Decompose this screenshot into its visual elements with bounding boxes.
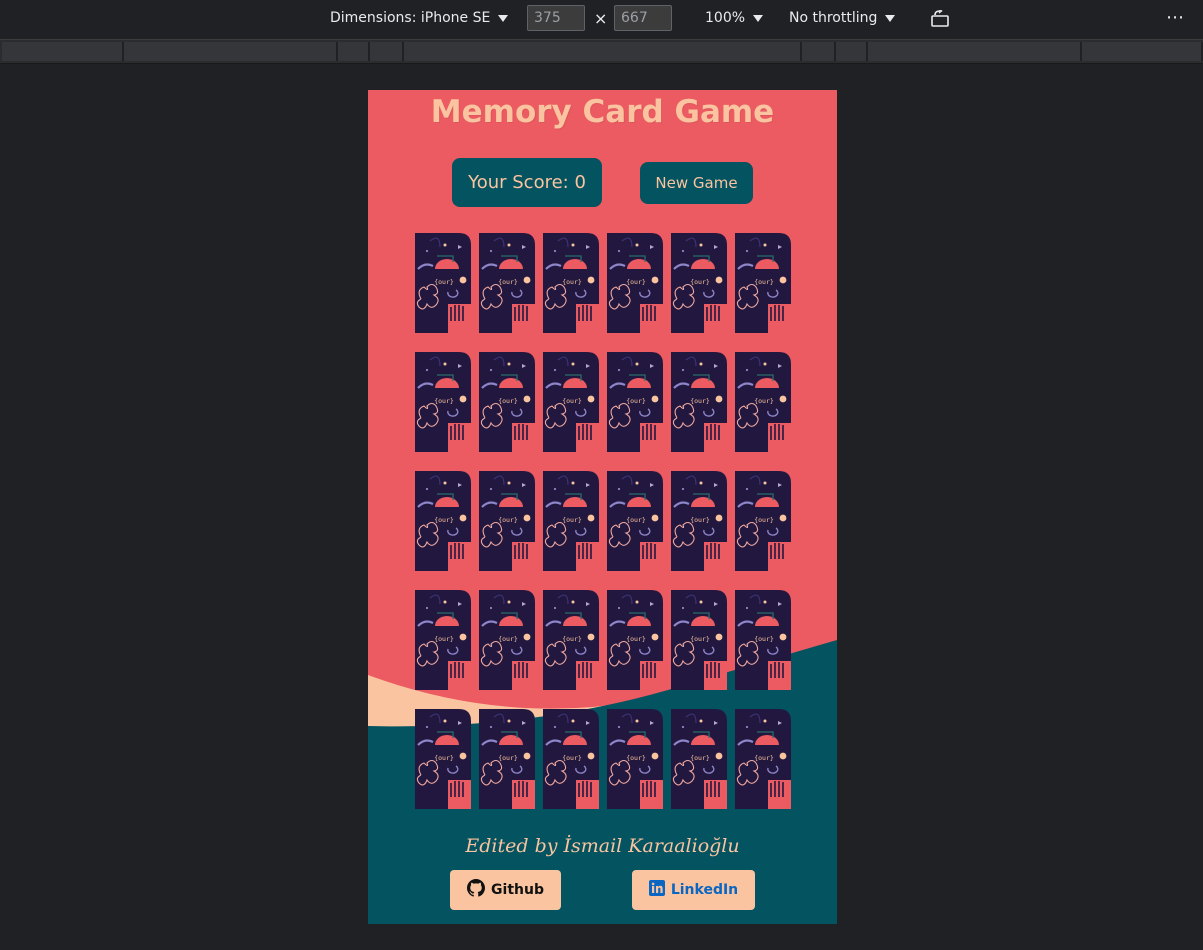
memory-card[interactable]: {our} (735, 352, 791, 452)
memory-card[interactable]: {our} (543, 352, 599, 452)
svg-text:{our}: {our} (754, 754, 774, 762)
card-grid: {our} {our} {our} {our} {our} {our} {our… (415, 233, 791, 809)
svg-text:{our}: {our} (434, 754, 454, 762)
memory-card[interactable]: {our} (607, 233, 663, 333)
svg-text:{our}: {our} (690, 278, 710, 286)
ruler-segment[interactable] (370, 42, 404, 61)
memory-card[interactable]: {our} (479, 233, 535, 333)
memory-card[interactable]: {our} (415, 590, 471, 690)
rotate-icon[interactable] (930, 8, 952, 32)
times-symbol: × (594, 9, 608, 28)
memory-card[interactable]: {our} (607, 471, 663, 571)
memory-card[interactable]: {our} (735, 590, 791, 690)
memory-card[interactable]: {our} (543, 709, 599, 809)
svg-text:{our}: {our} (434, 278, 454, 286)
ruler-segment[interactable] (404, 42, 802, 61)
memory-card[interactable]: {our} (479, 471, 535, 571)
device-toolbar: Dimensions: iPhone SE × 100% No throttli… (0, 0, 1203, 40)
ruler-segment[interactable] (836, 42, 868, 61)
memory-card[interactable]: {our} (415, 471, 471, 571)
svg-text:{our}: {our} (434, 516, 454, 524)
svg-text:{our}: {our} (754, 635, 774, 643)
memory-card[interactable]: {our} (543, 590, 599, 690)
memory-card[interactable]: {our} (479, 590, 535, 690)
more-icon[interactable]: ⋯ (1166, 7, 1186, 28)
dimensions-label: Dimensions: iPhone SE (330, 10, 491, 26)
github-label: Github (491, 882, 544, 898)
svg-text:{our}: {our} (434, 635, 454, 643)
svg-text:{our}: {our} (498, 754, 518, 762)
memory-card[interactable]: {our} (671, 471, 727, 571)
ruler-segment[interactable] (124, 42, 338, 61)
device-viewport: Memory Card Game Your Score: 0 New Game … (368, 90, 837, 924)
width-input[interactable] (527, 5, 585, 31)
memory-card[interactable]: {our} (543, 233, 599, 333)
height-input[interactable] (614, 5, 672, 31)
memory-card[interactable]: {our} (415, 233, 471, 333)
ruler-segment[interactable] (2, 42, 124, 61)
dimensions-dropdown[interactable]: Dimensions: iPhone SE (330, 10, 509, 26)
memory-card[interactable]: {our} (607, 352, 663, 452)
svg-text:{our}: {our} (434, 397, 454, 405)
github-icon (467, 879, 486, 901)
page-title: Memory Card Game (430, 94, 775, 130)
svg-text:{our}: {our} (754, 516, 774, 524)
chevron-down-icon (885, 14, 896, 22)
memory-card[interactable]: {our} (671, 352, 727, 452)
github-link-button[interactable]: Github (450, 870, 561, 910)
linkedin-link-button[interactable]: LinkedIn (632, 870, 755, 910)
linkedin-label: LinkedIn (670, 882, 739, 898)
svg-text:{our}: {our} (690, 754, 710, 762)
linkedin-icon (648, 880, 665, 900)
memory-card[interactable]: {our} (735, 709, 791, 809)
memory-card[interactable]: {our} (607, 709, 663, 809)
svg-text:{our}: {our} (690, 516, 710, 524)
svg-text:{our}: {our} (498, 516, 518, 524)
chevron-down-icon (498, 14, 509, 22)
memory-card[interactable]: {our} (671, 709, 727, 809)
svg-text:{our}: {our} (562, 397, 582, 405)
new-game-button[interactable]: New Game (640, 162, 753, 204)
svg-text:{our}: {our} (626, 516, 646, 524)
svg-text:{our}: {our} (626, 397, 646, 405)
zoom-label: 100% (705, 10, 746, 26)
throttling-label: No throttling (789, 10, 878, 26)
memory-card[interactable]: {our} (735, 233, 791, 333)
svg-text:{our}: {our} (626, 278, 646, 286)
memory-card[interactable]: {our} (479, 709, 535, 809)
svg-text:{our}: {our} (754, 278, 774, 286)
svg-text:{our}: {our} (498, 397, 518, 405)
svg-text:{our}: {our} (690, 397, 710, 405)
svg-text:{our}: {our} (562, 754, 582, 762)
memory-card[interactable]: {our} (607, 590, 663, 690)
svg-text:{our}: {our} (626, 754, 646, 762)
svg-text:{our}: {our} (690, 635, 710, 643)
throttling-dropdown[interactable]: No throttling (789, 10, 896, 26)
ruler-segment[interactable] (802, 42, 836, 61)
ruler-segment[interactable] (338, 42, 370, 61)
svg-text:{our}: {our} (562, 278, 582, 286)
memory-card[interactable]: {our} (543, 471, 599, 571)
chevron-down-icon (753, 14, 764, 22)
ruler-segment[interactable] (1082, 42, 1203, 61)
ruler-segment[interactable] (868, 42, 1082, 61)
memory-card[interactable]: {our} (479, 352, 535, 452)
svg-text:{our}: {our} (498, 278, 518, 286)
zoom-dropdown[interactable]: 100% (705, 10, 764, 26)
svg-text:{our}: {our} (754, 397, 774, 405)
memory-card[interactable]: {our} (415, 709, 471, 809)
memory-card[interactable]: {our} (735, 471, 791, 571)
svg-text:{our}: {our} (498, 635, 518, 643)
memory-card[interactable]: {our} (415, 352, 471, 452)
media-query-ruler (0, 40, 1203, 64)
svg-text:{our}: {our} (562, 516, 582, 524)
credit-text: Edited by İsmail Karaalioğlu (465, 835, 740, 857)
svg-text:{our}: {our} (562, 635, 582, 643)
svg-text:{our}: {our} (626, 635, 646, 643)
memory-card[interactable]: {our} (671, 233, 727, 333)
memory-card[interactable]: {our} (671, 590, 727, 690)
score-display: Your Score: 0 (452, 158, 602, 207)
